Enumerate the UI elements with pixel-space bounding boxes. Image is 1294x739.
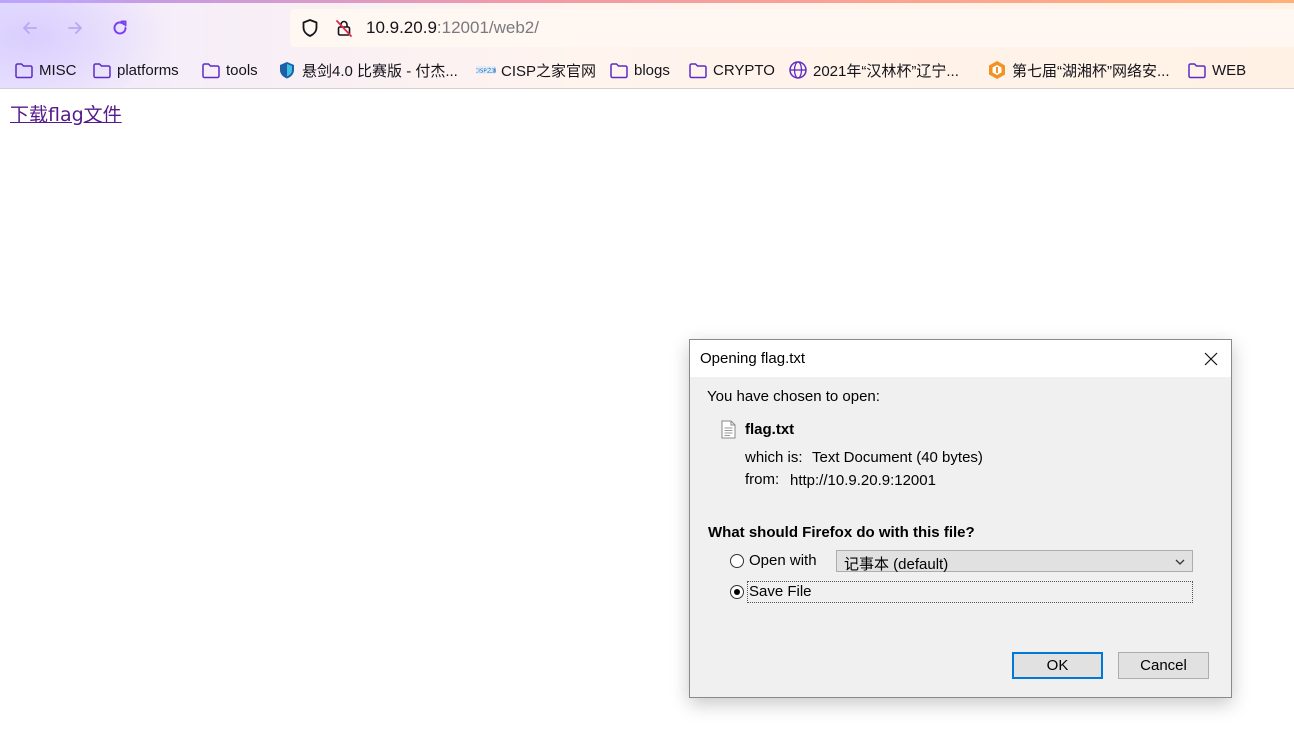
file-source-label: from: — [745, 471, 780, 488]
file-source-value: http://10.9.20.9:12001 — [790, 472, 936, 489]
open-with-radio[interactable] — [730, 554, 744, 568]
url-bar[interactable]: 10.9.20.9:12001/web2/ — [290, 9, 1294, 47]
bookmark-label: tools — [226, 61, 258, 79]
cancel-button[interactable]: Cancel — [1118, 652, 1209, 679]
close-icon — [1204, 352, 1218, 366]
tracking-protection-shield-icon[interactable] — [300, 18, 320, 38]
bookmark-huxiangbei[interactable]: 第七届“湖湘杯”网络安... — [987, 56, 1170, 84]
bookmark-label: MISC — [39, 61, 77, 79]
url-host: 10.9.20.9 — [366, 18, 437, 37]
save-file-radio[interactable] — [730, 585, 744, 599]
bookmark-cisp[interactable]: CISP之家 CISP之家官网 — [476, 56, 596, 84]
file-type-label: which is: — [745, 449, 803, 466]
ok-button[interactable]: OK — [1012, 652, 1103, 679]
chevron-down-icon — [1174, 555, 1186, 572]
close-button[interactable] — [1201, 349, 1221, 369]
bookmark-xuanjian[interactable]: 悬剑4.0 比赛版 - 付杰... — [277, 56, 458, 84]
cisp-logo-icon: CISP之家 — [476, 61, 496, 79]
arrow-left-icon — [23, 22, 37, 34]
bookmark-hanlinbei[interactable]: 2021年“汉林杯”辽宁... — [788, 56, 959, 84]
file-type-value: Text Document (40 bytes) — [812, 449, 983, 466]
bookmark-label: blogs — [634, 61, 670, 79]
folder-icon — [609, 61, 629, 79]
bookmark-label: 2021年“汉林杯”辽宁... — [813, 62, 959, 80]
bookmark-platforms[interactable]: platforms — [92, 56, 179, 84]
bookmark-label: 第七届“湖湘杯”网络安... — [1012, 62, 1170, 80]
url-text[interactable]: 10.9.20.9:12001/web2/ — [366, 17, 539, 39]
bookmark-label: CISP之家官网 — [501, 62, 597, 80]
bookmark-blogs[interactable]: blogs — [609, 56, 670, 84]
open-file-dialog: Opening flag.txt You have chosen to open… — [689, 339, 1232, 698]
open-with-label[interactable]: Open with — [749, 552, 817, 569]
back-button[interactable] — [17, 15, 43, 41]
globe-icon — [788, 61, 808, 79]
shield-logo-icon — [277, 61, 297, 79]
bookmark-crypto[interactable]: CRYPTO — [688, 56, 775, 84]
save-file-focus-ring — [747, 581, 1193, 603]
bookmark-tools[interactable]: tools — [201, 56, 258, 84]
bookmark-label: 悬剑4.0 比赛版 - 付杰... — [302, 62, 458, 80]
bookmarks-toolbar: MISC platforms tools 悬剑4.0 比赛版 - 付杰... C… — [0, 56, 1294, 84]
url-path: :12001/web2/ — [436, 18, 539, 37]
action-question: What should Firefox do with this file? — [708, 524, 975, 541]
insecure-lock-icon[interactable] — [334, 18, 354, 38]
bookmark-web[interactable]: WEB — [1187, 56, 1246, 84]
arrow-right-icon — [68, 22, 82, 34]
hexagon-logo-icon — [987, 61, 1007, 79]
browser-toolbar: 10.9.20.9:12001/web2/ MISC platforms too… — [0, 0, 1294, 89]
folder-icon — [201, 61, 221, 79]
bookmark-label: WEB — [1212, 61, 1247, 79]
folder-icon — [688, 61, 708, 79]
reload-icon — [113, 20, 127, 35]
open-with-app-select[interactable]: 记事本 (default) — [836, 550, 1193, 573]
forward-button[interactable] — [62, 15, 88, 41]
bookmark-label: CRYPTO — [713, 61, 775, 79]
folder-icon — [14, 61, 34, 79]
folder-icon — [92, 61, 112, 79]
text-document-icon — [721, 420, 736, 444]
bookmark-label: platforms — [117, 61, 179, 79]
open-with-app-value: 记事本 (default) — [844, 556, 949, 573]
download-flag-link[interactable]: 下载flag文件 — [10, 100, 122, 127]
reload-button[interactable] — [107, 15, 133, 41]
dialog-title: Opening flag.txt — [700, 350, 806, 367]
bookmark-misc[interactable]: MISC — [14, 56, 77, 84]
tab-strip-accent — [0, 0, 1294, 3]
svg-text:CISP之家: CISP之家 — [476, 67, 496, 75]
save-file-label[interactable]: Save File — [749, 583, 812, 600]
file-name: flag.txt — [745, 421, 795, 438]
dialog-titlebar: Opening flag.txt — [690, 340, 1231, 377]
dialog-intro: You have chosen to open: — [707, 388, 880, 405]
folder-icon — [1187, 61, 1207, 79]
